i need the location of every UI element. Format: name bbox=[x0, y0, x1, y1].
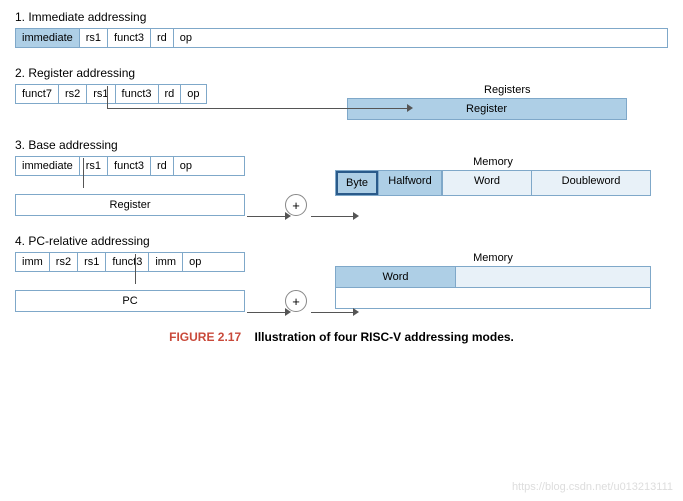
field-op: op bbox=[174, 29, 198, 47]
field-funct7: funct7 bbox=[16, 85, 59, 103]
field-rs1: rs1 bbox=[78, 253, 106, 271]
register-box: Register bbox=[347, 98, 627, 120]
memory-label: Memory bbox=[335, 252, 651, 264]
field-op: op bbox=[183, 253, 207, 271]
mem-halfword: Halfword bbox=[378, 171, 442, 195]
field-rd: rd bbox=[151, 157, 174, 175]
field-imm: imm bbox=[16, 253, 50, 271]
mem-byte: Byte bbox=[336, 171, 378, 195]
section-register: 2. Register addressing funct7 rs2 rs1 fu… bbox=[15, 66, 668, 120]
wire bbox=[107, 108, 407, 109]
field-op: op bbox=[174, 157, 198, 175]
field-immediate: immediate bbox=[16, 29, 80, 47]
field-funct3: funct3 bbox=[108, 29, 151, 47]
field-rs1: rs1 bbox=[87, 85, 115, 103]
field-rd: rd bbox=[159, 85, 182, 103]
section-title: 4. PC-relative addressing bbox=[15, 234, 668, 248]
section-title: 2. Register addressing bbox=[15, 66, 668, 80]
wire bbox=[135, 254, 136, 284]
wire bbox=[107, 86, 108, 108]
watermark: https://blog.csdn.net/u013213111 bbox=[512, 481, 673, 493]
field-funct3: funct3 bbox=[106, 253, 149, 271]
memory-block: Word bbox=[335, 266, 651, 309]
field-rs2: rs2 bbox=[50, 253, 78, 271]
wire bbox=[311, 312, 353, 313]
instruction-format: immediate rs1 funct3 rd op bbox=[15, 156, 245, 176]
wire bbox=[311, 216, 353, 217]
pc-box: PC bbox=[15, 290, 245, 312]
figure-caption: FIGURE 2.17 Illustration of four RISC-V … bbox=[15, 330, 668, 344]
registers-block: Registers Register bbox=[347, 84, 668, 120]
registers-label: Registers bbox=[347, 84, 668, 96]
wire bbox=[83, 158, 84, 188]
section-pc-relative: 4. PC-relative addressing imm rs2 rs1 fu… bbox=[15, 234, 668, 312]
field-funct3: funct3 bbox=[116, 85, 159, 103]
field-rs1: rs1 bbox=[80, 29, 108, 47]
field-imm: imm bbox=[149, 253, 183, 271]
section-base: 3. Base addressing immediate rs1 funct3 … bbox=[15, 138, 668, 216]
register-box: Register bbox=[15, 194, 245, 216]
arrow-icon bbox=[285, 212, 291, 220]
mem-doubleword: Doubleword bbox=[532, 171, 650, 195]
section-title: 3. Base addressing bbox=[15, 138, 668, 152]
instruction-format: funct7 rs2 rs1 funct3 rd op bbox=[15, 84, 207, 104]
field-funct3: funct3 bbox=[108, 157, 151, 175]
memory-label: Memory bbox=[335, 156, 651, 168]
figure-number: FIGURE 2.17 bbox=[169, 330, 241, 344]
arrow-icon bbox=[407, 104, 413, 112]
instruction-format: imm rs2 rs1 funct3 imm op bbox=[15, 252, 245, 272]
mem-empty-row bbox=[336, 288, 650, 308]
wire bbox=[247, 216, 285, 217]
section-title: 1. Immediate addressing bbox=[15, 10, 668, 24]
field-op: op bbox=[181, 85, 205, 103]
field-immediate: immediate bbox=[16, 157, 80, 175]
wire bbox=[247, 312, 285, 313]
figure-title: Illustration of four RISC-V addressing m… bbox=[255, 330, 514, 344]
field-rd: rd bbox=[151, 29, 174, 47]
mem-empty bbox=[456, 267, 650, 288]
mem-word: Word bbox=[336, 267, 456, 288]
section-immediate: 1. Immediate addressing immediate rs1 fu… bbox=[15, 10, 668, 48]
arrow-icon bbox=[353, 212, 359, 220]
mem-word: Word bbox=[442, 171, 532, 195]
arrow-icon bbox=[353, 308, 359, 316]
instruction-format: immediate rs1 funct3 rd op bbox=[15, 28, 668, 48]
memory-row: Byte Halfword Word Doubleword bbox=[335, 170, 651, 196]
field-rs2: rs2 bbox=[59, 85, 87, 103]
arrow-icon bbox=[285, 308, 291, 316]
